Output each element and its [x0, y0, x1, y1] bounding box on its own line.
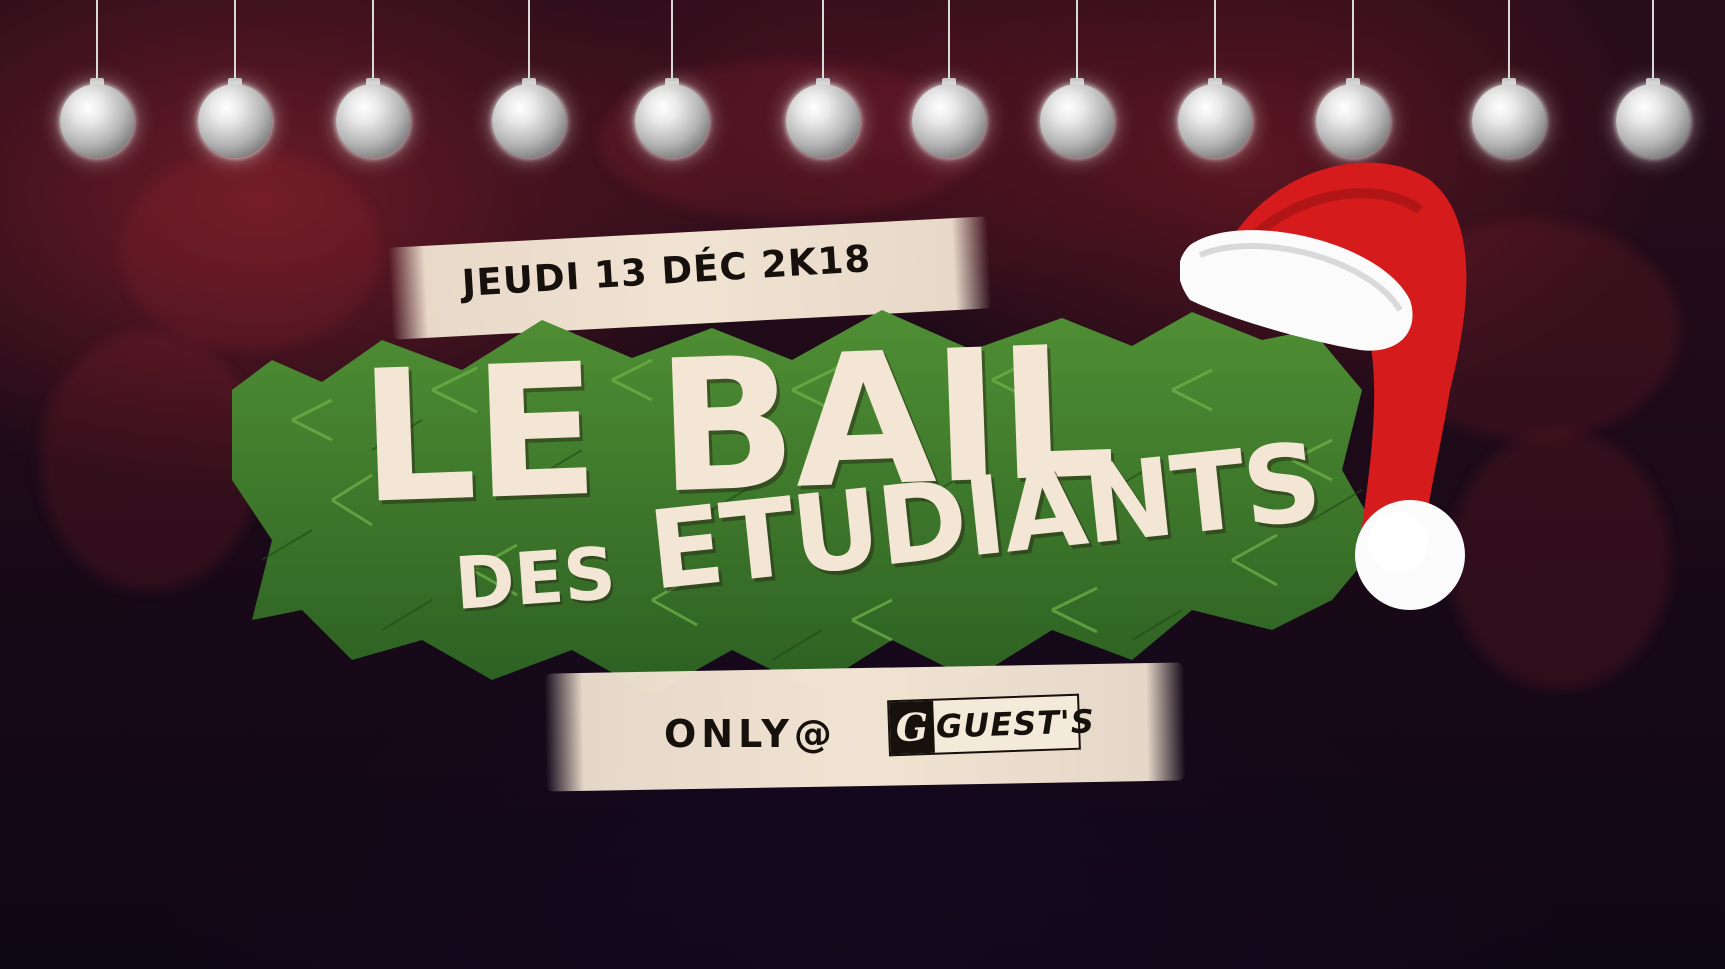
ornament-string — [1508, 0, 1510, 80]
ornament-string — [822, 0, 824, 80]
ornament-icon — [60, 84, 134, 158]
ornament-string — [1652, 0, 1654, 80]
ornament-icon — [198, 84, 272, 158]
ornament-icon — [786, 84, 860, 158]
venue-logo-text: GUEST'S — [935, 702, 1096, 746]
ornament-icon — [1178, 84, 1252, 158]
ornament-icon — [1040, 84, 1114, 158]
ornament-icon — [1616, 84, 1690, 158]
event-title-des: DES — [452, 530, 619, 626]
ornament-string — [1214, 0, 1216, 80]
ornament-string — [372, 0, 374, 80]
venue-logo: G GUEST'S — [887, 693, 1095, 757]
event-poster: JEUDI 13 DÉC 2K18 LE BAIL DES ETUDIANTS … — [0, 0, 1725, 969]
ornament-string — [528, 0, 530, 80]
ornament-string — [234, 0, 236, 80]
venue-logo-mark: G — [889, 700, 935, 755]
ornament-icon — [635, 84, 709, 158]
ornament-icon — [336, 84, 410, 158]
santa-hat-icon — [1180, 162, 1467, 610]
ornament-string — [1352, 0, 1354, 80]
ornament-string — [96, 0, 98, 80]
ornament-string — [1076, 0, 1078, 80]
only-at-label: ONLY@ — [664, 712, 837, 756]
ornament-icon — [1472, 84, 1546, 158]
ornament-icon — [492, 84, 566, 158]
ornament-icon — [1316, 84, 1390, 158]
background-crowd — [40, 330, 260, 590]
ornament-icon — [912, 84, 986, 158]
ornament-string — [948, 0, 950, 80]
ornament-string — [671, 0, 673, 80]
